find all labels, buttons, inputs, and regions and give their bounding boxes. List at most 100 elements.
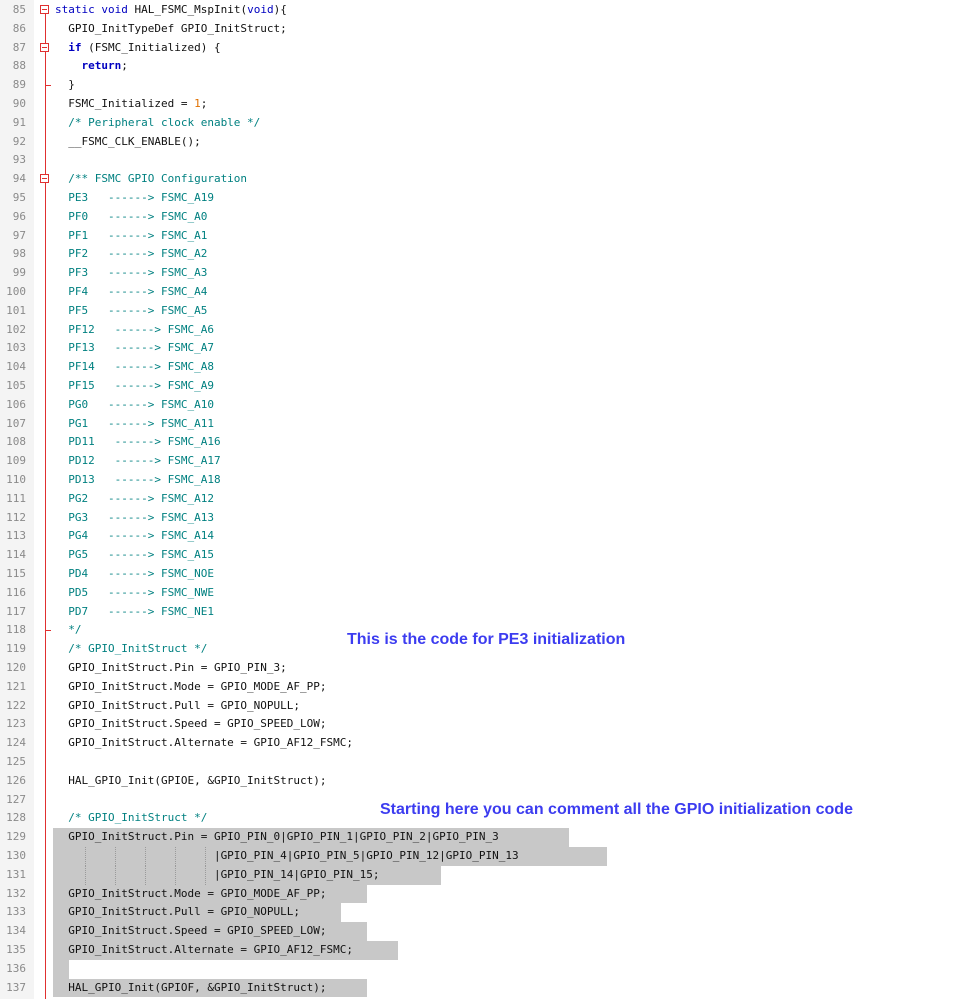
code-text[interactable]: GPIO_InitStruct.Alternate = GPIO_AF12_FS…: [55, 941, 353, 960]
code-line[interactable]: 107 PG1 ------> FSMC_A11: [0, 415, 970, 434]
code-line[interactable]: 121 GPIO_InitStruct.Mode = GPIO_MODE_AF_…: [0, 678, 970, 697]
code-line[interactable]: 116 PD5 ------> FSMC_NWE: [0, 584, 970, 603]
code-line[interactable]: 132 GPIO_InitStruct.Mode = GPIO_MODE_AF_…: [0, 884, 970, 904]
code-text[interactable]: GPIO_InitStruct.Speed = GPIO_SPEED_LOW;: [55, 922, 326, 941]
code-line[interactable]: 90 FSMC_Initialized = 1;: [0, 95, 970, 114]
code-line[interactable]: 88 return;: [0, 57, 970, 76]
code-text[interactable]: HAL_GPIO_Init(GPIOE, &GPIO_InitStruct);: [55, 772, 326, 791]
code-line[interactable]: 125: [0, 753, 970, 772]
code-line[interactable]: 129 GPIO_InitStruct.Pin = GPIO_PIN_0|GPI…: [0, 828, 970, 847]
code-text[interactable]: /* GPIO_InitStruct */: [55, 809, 207, 828]
code-line[interactable]: 113 PG4 ------> FSMC_A14: [0, 527, 970, 546]
code-text[interactable]: */: [55, 621, 81, 640]
code-text[interactable]: if (FSMC_Initialized) {: [55, 39, 220, 58]
code-text[interactable]: __FSMC_CLK_ENABLE();: [55, 133, 200, 152]
code-text[interactable]: PG0 ------> FSMC_A10: [55, 396, 214, 415]
code-text[interactable]: PD11 ------> FSMC_A16: [55, 433, 220, 452]
code-text[interactable]: PF3 ------> FSMC_A3: [55, 264, 207, 283]
code-text[interactable]: PF2 ------> FSMC_A2: [55, 245, 207, 264]
code-text[interactable]: PF13 ------> FSMC_A7: [55, 339, 214, 358]
code-text[interactable]: /** FSMC GPIO Configuration: [55, 170, 247, 189]
code-text[interactable]: }: [55, 76, 75, 95]
code-text[interactable]: PG2 ------> FSMC_A12: [55, 490, 214, 509]
fold-toggle-icon[interactable]: [40, 5, 49, 14]
code-line[interactable]: 135 GPIO_InitStruct.Alternate = GPIO_AF1…: [0, 941, 970, 960]
code-text[interactable]: GPIO_InitStruct.Pin = GPIO_PIN_0|GPIO_PI…: [55, 828, 498, 847]
code-line[interactable]: 102 PF12 ------> FSMC_A6: [0, 321, 970, 340]
code-line[interactable]: 100 PF4 ------> FSMC_A4: [0, 283, 970, 302]
code-line[interactable]: 95 PE3 ------> FSMC_A19: [0, 189, 970, 208]
code-line[interactable]: 111 PG2 ------> FSMC_A12: [0, 490, 970, 509]
code-text[interactable]: PG1 ------> FSMC_A11: [55, 415, 214, 434]
code-text[interactable]: PF15 ------> FSMC_A9: [55, 377, 214, 396]
code-line[interactable]: 87 if (FSMC_Initialized) {: [0, 39, 970, 58]
code-line[interactable]: 114 PG5 ------> FSMC_A15: [0, 546, 970, 565]
code-text[interactable]: static void HAL_FSMC_MspInit(void){: [55, 1, 287, 20]
code-line[interactable]: 105 PF15 ------> FSMC_A9: [0, 377, 970, 396]
code-text[interactable]: GPIO_InitTypeDef GPIO_InitStruct;: [55, 20, 287, 39]
code-text[interactable]: PD5 ------> FSMC_NWE: [55, 584, 214, 603]
code-line[interactable]: 136: [0, 959, 970, 979]
code-line[interactable]: 120 GPIO_InitStruct.Pin = GPIO_PIN_3;: [0, 659, 970, 678]
code-line[interactable]: 124 GPIO_InitStruct.Alternate = GPIO_AF1…: [0, 734, 970, 753]
code-line[interactable]: 108 PD11 ------> FSMC_A16: [0, 433, 970, 452]
code-line[interactable]: 101 PF5 ------> FSMC_A5: [0, 302, 970, 321]
code-line[interactable]: 112 PG3 ------> FSMC_A13: [0, 509, 970, 528]
code-line[interactable]: 123 GPIO_InitStruct.Speed = GPIO_SPEED_L…: [0, 715, 970, 734]
code-text[interactable]: GPIO_InitStruct.Mode = GPIO_MODE_AF_PP;: [55, 885, 326, 904]
code-text[interactable]: HAL_GPIO_Init(GPIOF, &GPIO_InitStruct);: [55, 979, 326, 998]
code-line[interactable]: 94 /** FSMC GPIO Configuration: [0, 170, 970, 189]
code-editor[interactable]: 85 static void HAL_FSMC_MspInit(void){86 …: [0, 0, 970, 999]
code-text[interactable]: PD7 ------> FSMC_NE1: [55, 603, 214, 622]
fold-toggle-icon[interactable]: [40, 42, 49, 52]
code-text[interactable]: GPIO_InitStruct.Speed = GPIO_SPEED_LOW;: [55, 715, 326, 734]
code-text[interactable]: GPIO_InitStruct.Pin = GPIO_PIN_3;: [55, 659, 287, 678]
code-line[interactable]: 115 PD4 ------> FSMC_NOE: [0, 565, 970, 584]
code-line[interactable]: 86 GPIO_InitTypeDef GPIO_InitStruct;: [0, 20, 970, 39]
code-line[interactable]: 131 |GPIO_PIN_14|GPIO_PIN_15;: [0, 865, 970, 885]
code-text[interactable]: PD12 ------> FSMC_A17: [55, 452, 220, 471]
code-line[interactable]: 117 PD7 ------> FSMC_NE1: [0, 603, 970, 622]
code-text[interactable]: PF5 ------> FSMC_A5: [55, 302, 207, 321]
code-line[interactable]: 104 PF14 ------> FSMC_A8: [0, 358, 970, 377]
code-line[interactable]: 93: [0, 151, 970, 170]
code-text[interactable]: return;: [55, 57, 128, 76]
code-text[interactable]: GPIO_InitStruct.Alternate = GPIO_AF12_FS…: [55, 734, 353, 753]
code-text[interactable]: /* GPIO_InitStruct */: [55, 640, 207, 659]
code-text[interactable]: PG3 ------> FSMC_A13: [55, 509, 214, 528]
code-line[interactable]: 92 __FSMC_CLK_ENABLE();: [0, 133, 970, 152]
code-line[interactable]: 103 PF13 ------> FSMC_A7: [0, 339, 970, 358]
code-text[interactable]: PF12 ------> FSMC_A6: [55, 321, 214, 340]
code-text[interactable]: PE3 ------> FSMC_A19: [55, 189, 214, 208]
code-line[interactable]: 126 HAL_GPIO_Init(GPIOE, &GPIO_InitStruc…: [0, 772, 970, 791]
code-line[interactable]: 130 |GPIO_PIN_4|GPIO_PIN_5|GPIO_PIN_12|G…: [0, 847, 970, 866]
code-text[interactable]: PF4 ------> FSMC_A4: [55, 283, 207, 302]
code-line[interactable]: 98 PF2 ------> FSMC_A2: [0, 245, 970, 264]
code-text[interactable]: PF14 ------> FSMC_A8: [55, 358, 214, 377]
code-text[interactable]: PF0 ------> FSMC_A0: [55, 208, 207, 227]
code-text[interactable]: |GPIO_PIN_14|GPIO_PIN_15;: [55, 866, 380, 885]
code-line[interactable]: 134 GPIO_InitStruct.Speed = GPIO_SPEED_L…: [0, 922, 970, 941]
code-line[interactable]: 91 /* Peripheral clock enable */: [0, 114, 970, 133]
code-text[interactable]: GPIO_InitStruct.Mode = GPIO_MODE_AF_PP;: [55, 678, 326, 697]
code-line[interactable]: 85 static void HAL_FSMC_MspInit(void){: [0, 1, 970, 20]
code-text[interactable]: PD13 ------> FSMC_A18: [55, 471, 220, 490]
code-text[interactable]: PD4 ------> FSMC_NOE: [55, 565, 214, 584]
code-text[interactable]: GPIO_InitStruct.Pull = GPIO_NOPULL;: [55, 903, 300, 922]
code-line[interactable]: 109 PD12 ------> FSMC_A17: [0, 452, 970, 471]
code-line[interactable]: 133 GPIO_InitStruct.Pull = GPIO_NOPULL;: [0, 903, 970, 923]
code-line[interactable]: 97 PF1 ------> FSMC_A1: [0, 227, 970, 246]
code-text[interactable]: PF1 ------> FSMC_A1: [55, 227, 207, 246]
code-text[interactable]: /* Peripheral clock enable */: [55, 114, 260, 133]
code-text[interactable]: GPIO_InitStruct.Pull = GPIO_NOPULL;: [55, 697, 300, 716]
code-line[interactable]: 110 PD13 ------> FSMC_A18: [0, 471, 970, 490]
code-line[interactable]: 137 HAL_GPIO_Init(GPIOF, &GPIO_InitStruc…: [0, 978, 970, 998]
code-line[interactable]: 89 }: [0, 76, 970, 95]
code-text[interactable]: PG5 ------> FSMC_A15: [55, 546, 214, 565]
code-line[interactable]: 99 PF3 ------> FSMC_A3: [0, 264, 970, 283]
code-text[interactable]: FSMC_Initialized = 1;: [55, 95, 207, 114]
code-line[interactable]: 106 PG0 ------> FSMC_A10: [0, 396, 970, 415]
code-text[interactable]: |GPIO_PIN_4|GPIO_PIN_5|GPIO_PIN_12|GPIO_…: [55, 847, 519, 866]
code-line[interactable]: 122 GPIO_InitStruct.Pull = GPIO_NOPULL;: [0, 697, 970, 716]
code-line[interactable]: 96 PF0 ------> FSMC_A0: [0, 208, 970, 227]
